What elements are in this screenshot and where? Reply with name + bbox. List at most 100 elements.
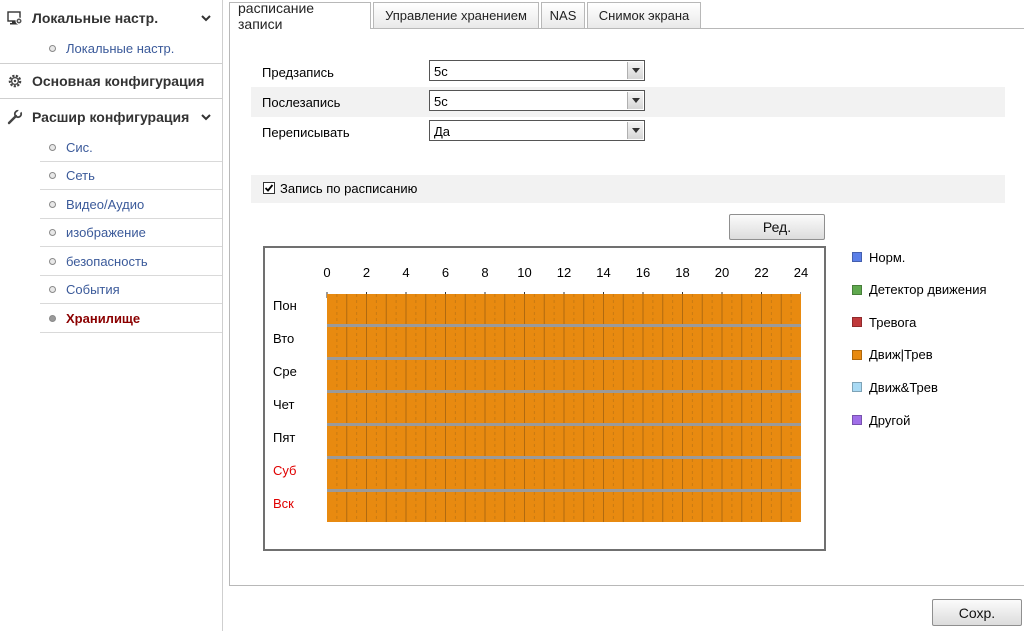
- legend-swatch: [852, 382, 862, 393]
- sidebar-item-label: Локальные настр.: [66, 40, 175, 56]
- overwrite-row: Переписывать Да: [251, 117, 1005, 147]
- legend-swatch: [852, 415, 862, 425]
- save-button[interactable]: Сохр.: [932, 599, 1022, 626]
- day-label: Сре: [273, 364, 297, 379]
- pre-record-select[interactable]: 5с: [429, 60, 645, 81]
- chevron-down-icon[interactable]: [627, 122, 643, 139]
- tab-label: Управление хранением: [385, 8, 527, 23]
- bullet-icon: [49, 172, 56, 179]
- legend-swatch: [852, 349, 862, 360]
- sidebar-item-network[interactable]: Сеть: [40, 162, 222, 190]
- bullet-icon: [49, 229, 56, 236]
- hour-label: 10: [517, 265, 532, 280]
- chevron-down-icon[interactable]: [627, 92, 643, 109]
- sidebar-item-video-audio[interactable]: Видео/Аудио: [40, 191, 222, 219]
- bullet-icon: [49, 286, 56, 293]
- legend-label: Тревога: [869, 314, 917, 330]
- chevron-down-icon: [201, 15, 211, 22]
- hour-label: 6: [441, 265, 450, 280]
- bullet-icon: [49, 44, 56, 52]
- sidebar: Локальные настр. Локальные настр. Основн…: [0, 0, 223, 631]
- divider: [0, 63, 222, 64]
- schedule-enable-label: Запись по расписанию: [280, 181, 418, 196]
- schedule-timeline[interactable]: [325, 290, 801, 522]
- legend-item: Движ|Трев: [852, 347, 933, 363]
- hour-label: 4: [402, 265, 410, 280]
- schedule-enable-row: Запись по расписанию: [251, 175, 1005, 203]
- sidebar-item-events[interactable]: События: [40, 276, 222, 304]
- tab-label: NAS: [549, 8, 577, 23]
- tab-snapshot[interactable]: Снимок экрана: [587, 2, 701, 28]
- legend-label: Движ|Трев: [869, 347, 933, 363]
- day-label: Чет: [273, 397, 295, 412]
- day-label: Пят: [273, 430, 296, 445]
- legend-label: Норм.: [869, 249, 906, 265]
- post-record-value: 5с: [434, 94, 448, 109]
- legend-label: Детектор движения: [869, 282, 987, 298]
- hour-label: 20: [714, 265, 730, 280]
- sidebar-item-local-settings[interactable]: Локальные настр.: [40, 34, 222, 62]
- legend-item: Другой: [852, 412, 910, 428]
- day-label: Суб: [273, 463, 297, 478]
- bullet-icon: [49, 144, 56, 151]
- sidebar-section-title: Локальные настр.: [32, 10, 159, 26]
- tab-nas[interactable]: NAS: [541, 2, 585, 28]
- sidebar-section-local-settings[interactable]: Локальные настр.: [0, 3, 222, 33]
- day-label: Пон: [273, 298, 297, 313]
- legend-swatch: [852, 284, 862, 295]
- pre-record-row: Предзапись 5с: [251, 57, 1005, 87]
- legend-item: Движ&Трев: [852, 379, 938, 395]
- sidebar-section-title: Расшир конфигурация: [32, 109, 190, 125]
- sidebar-item-label: Хранилище: [66, 311, 141, 326]
- legend-swatch: [852, 252, 862, 262]
- overwrite-label: Переписывать: [262, 125, 350, 140]
- post-record-label: Послезапись: [262, 95, 341, 110]
- overwrite-select[interactable]: Да: [429, 120, 645, 141]
- sidebar-item-label: безопасность: [66, 254, 148, 269]
- tab-record-schedule[interactable]: расписание записи: [229, 0, 371, 32]
- sidebar-item-label: Видео/Аудио: [66, 197, 145, 212]
- legend-item: Тревога: [852, 314, 916, 330]
- hour-label: 24: [793, 265, 809, 280]
- hour-label: 18: [675, 265, 690, 280]
- hour-label: 22: [754, 265, 769, 280]
- legend-label: Движ&Трев: [869, 379, 938, 395]
- chevron-down-icon: [201, 114, 211, 121]
- tab-label: расписание записи: [238, 0, 315, 32]
- post-record-row: Послезапись 5с: [251, 87, 1005, 117]
- monitor-settings-icon: [6, 9, 24, 27]
- overwrite-value: Да: [434, 124, 451, 139]
- hour-label: 0: [323, 265, 331, 280]
- gear-icon: [6, 72, 24, 90]
- wrench-icon: [6, 108, 24, 126]
- legend-item: Норм.: [852, 249, 905, 265]
- sidebar-section-advanced-config[interactable]: Расшир конфигурация: [0, 102, 222, 132]
- sidebar-item-security[interactable]: безопасность: [40, 248, 222, 276]
- day-label: Вск: [273, 496, 294, 511]
- sidebar-item-storage[interactable]: Хранилище: [40, 305, 222, 333]
- divider: [0, 98, 222, 99]
- chevron-down-icon[interactable]: [627, 62, 643, 79]
- bullet-icon: [49, 315, 56, 322]
- hour-label: 12: [556, 265, 572, 280]
- bullet-icon: [49, 201, 56, 208]
- sidebar-section-title: Основная конфигурация: [32, 73, 205, 89]
- sidebar-item-image[interactable]: изображение: [40, 219, 222, 247]
- tab-storage-management[interactable]: Управление хранением: [373, 2, 539, 28]
- save-button-label: Сохр.: [958, 604, 996, 621]
- hour-label: 8: [481, 265, 489, 280]
- post-record-select[interactable]: 5с: [429, 90, 645, 111]
- edit-button[interactable]: Ред.: [729, 214, 825, 240]
- hour-label: 2: [362, 265, 371, 280]
- schedule-enable-checkbox[interactable]: [263, 182, 275, 194]
- bullet-icon: [49, 258, 56, 265]
- sidebar-item-label: События: [66, 282, 120, 297]
- hour-label: 16: [635, 265, 651, 280]
- legend-item: Детектор движения: [852, 282, 987, 298]
- sidebar-section-basic-config[interactable]: Основная конфигурация: [0, 66, 222, 96]
- sidebar-item-label: Сис.: [66, 140, 93, 155]
- tab-label: Снимок экрана: [598, 8, 690, 23]
- sidebar-item-label: изображение: [66, 225, 146, 240]
- sidebar-item-system[interactable]: Сис.: [40, 134, 222, 162]
- legend-swatch: [852, 317, 862, 328]
